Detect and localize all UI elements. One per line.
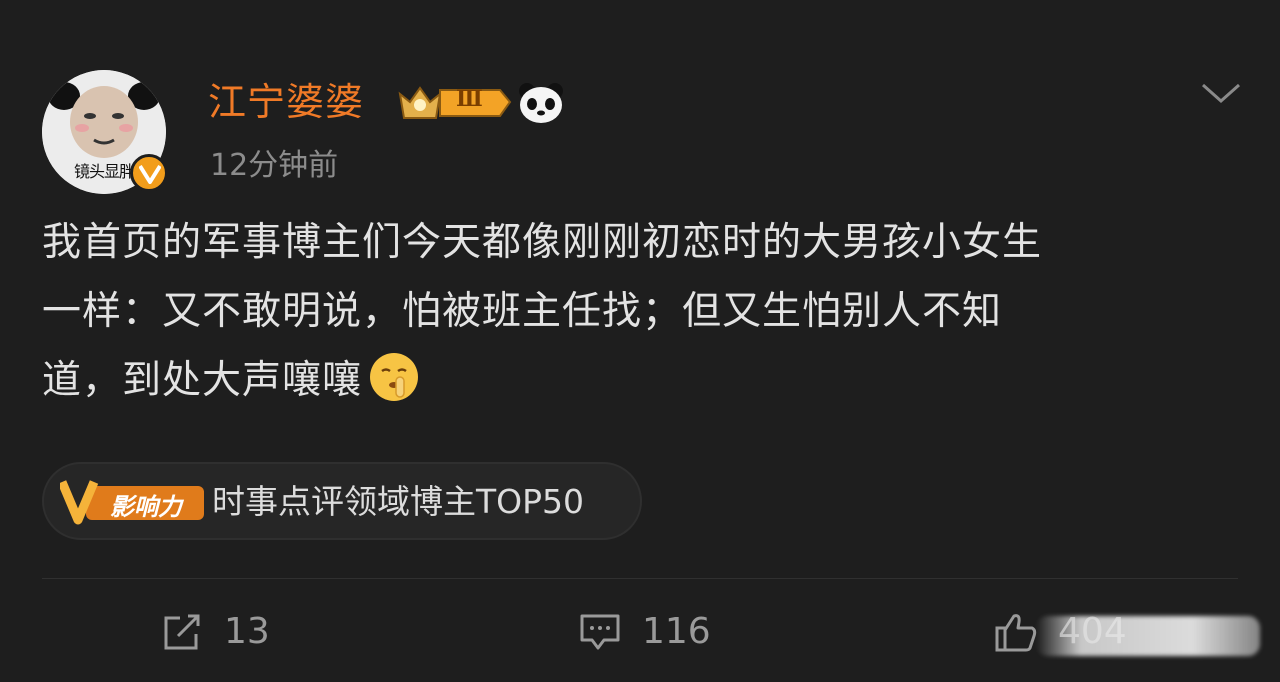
shush-emoji-icon xyxy=(370,353,419,401)
divider xyxy=(42,578,1238,579)
verified-badge xyxy=(130,154,168,192)
panda-icon xyxy=(518,82,564,128)
content-line-2: 一样：又不敢明说，怕被班主任找；但又生怕别人不知 xyxy=(42,289,1003,334)
content-line-3-text: 道，到处大声嚷嚷 xyxy=(42,358,363,403)
content-line-3: 道，到处大声嚷嚷 xyxy=(42,346,1242,415)
post-timestamp: 12分钟前 xyxy=(210,148,339,183)
influence-badge: 影响力 xyxy=(60,478,206,526)
content-line-1: 我首页的军事博主们今天都像刚刚初恋时的大男孩小女生 xyxy=(42,220,1043,265)
influence-badge-label: 影响力 xyxy=(110,493,182,521)
author-name[interactable]: 江宁婆婆 xyxy=(208,78,364,126)
comment-icon xyxy=(580,614,620,650)
like-thumb-icon xyxy=(995,614,1037,652)
repost-count: 13 xyxy=(224,611,270,652)
influence-text: 时事点评领域博主TOP50 xyxy=(212,482,585,521)
influence-tag[interactable]: 影响力 时事点评领域博主TOP50 xyxy=(42,462,642,540)
level-badge-text: Ⅲ xyxy=(456,86,483,112)
repost-button[interactable]: 13 xyxy=(160,608,320,656)
watermark-smudge xyxy=(1036,616,1260,656)
chevron-down-icon[interactable] xyxy=(1200,80,1242,110)
comment-count: 116 xyxy=(642,611,711,652)
verified-v-icon xyxy=(139,164,161,184)
level-crown-badge[interactable]: Ⅲ xyxy=(396,80,512,128)
repost-icon xyxy=(164,614,200,650)
comment-button[interactable]: 116 xyxy=(578,608,738,656)
weibo-post: 镜头显胖 江宁婆婆 Ⅲ 12分钟前 我首页的军事博主们今天都像刚刚初恋时的大男孩… xyxy=(0,0,1280,658)
post-content: 我首页的军事博主们今天都像刚刚初恋时的大男孩小女生 一样：又不敢明说，怕被班主任… xyxy=(42,208,1242,415)
